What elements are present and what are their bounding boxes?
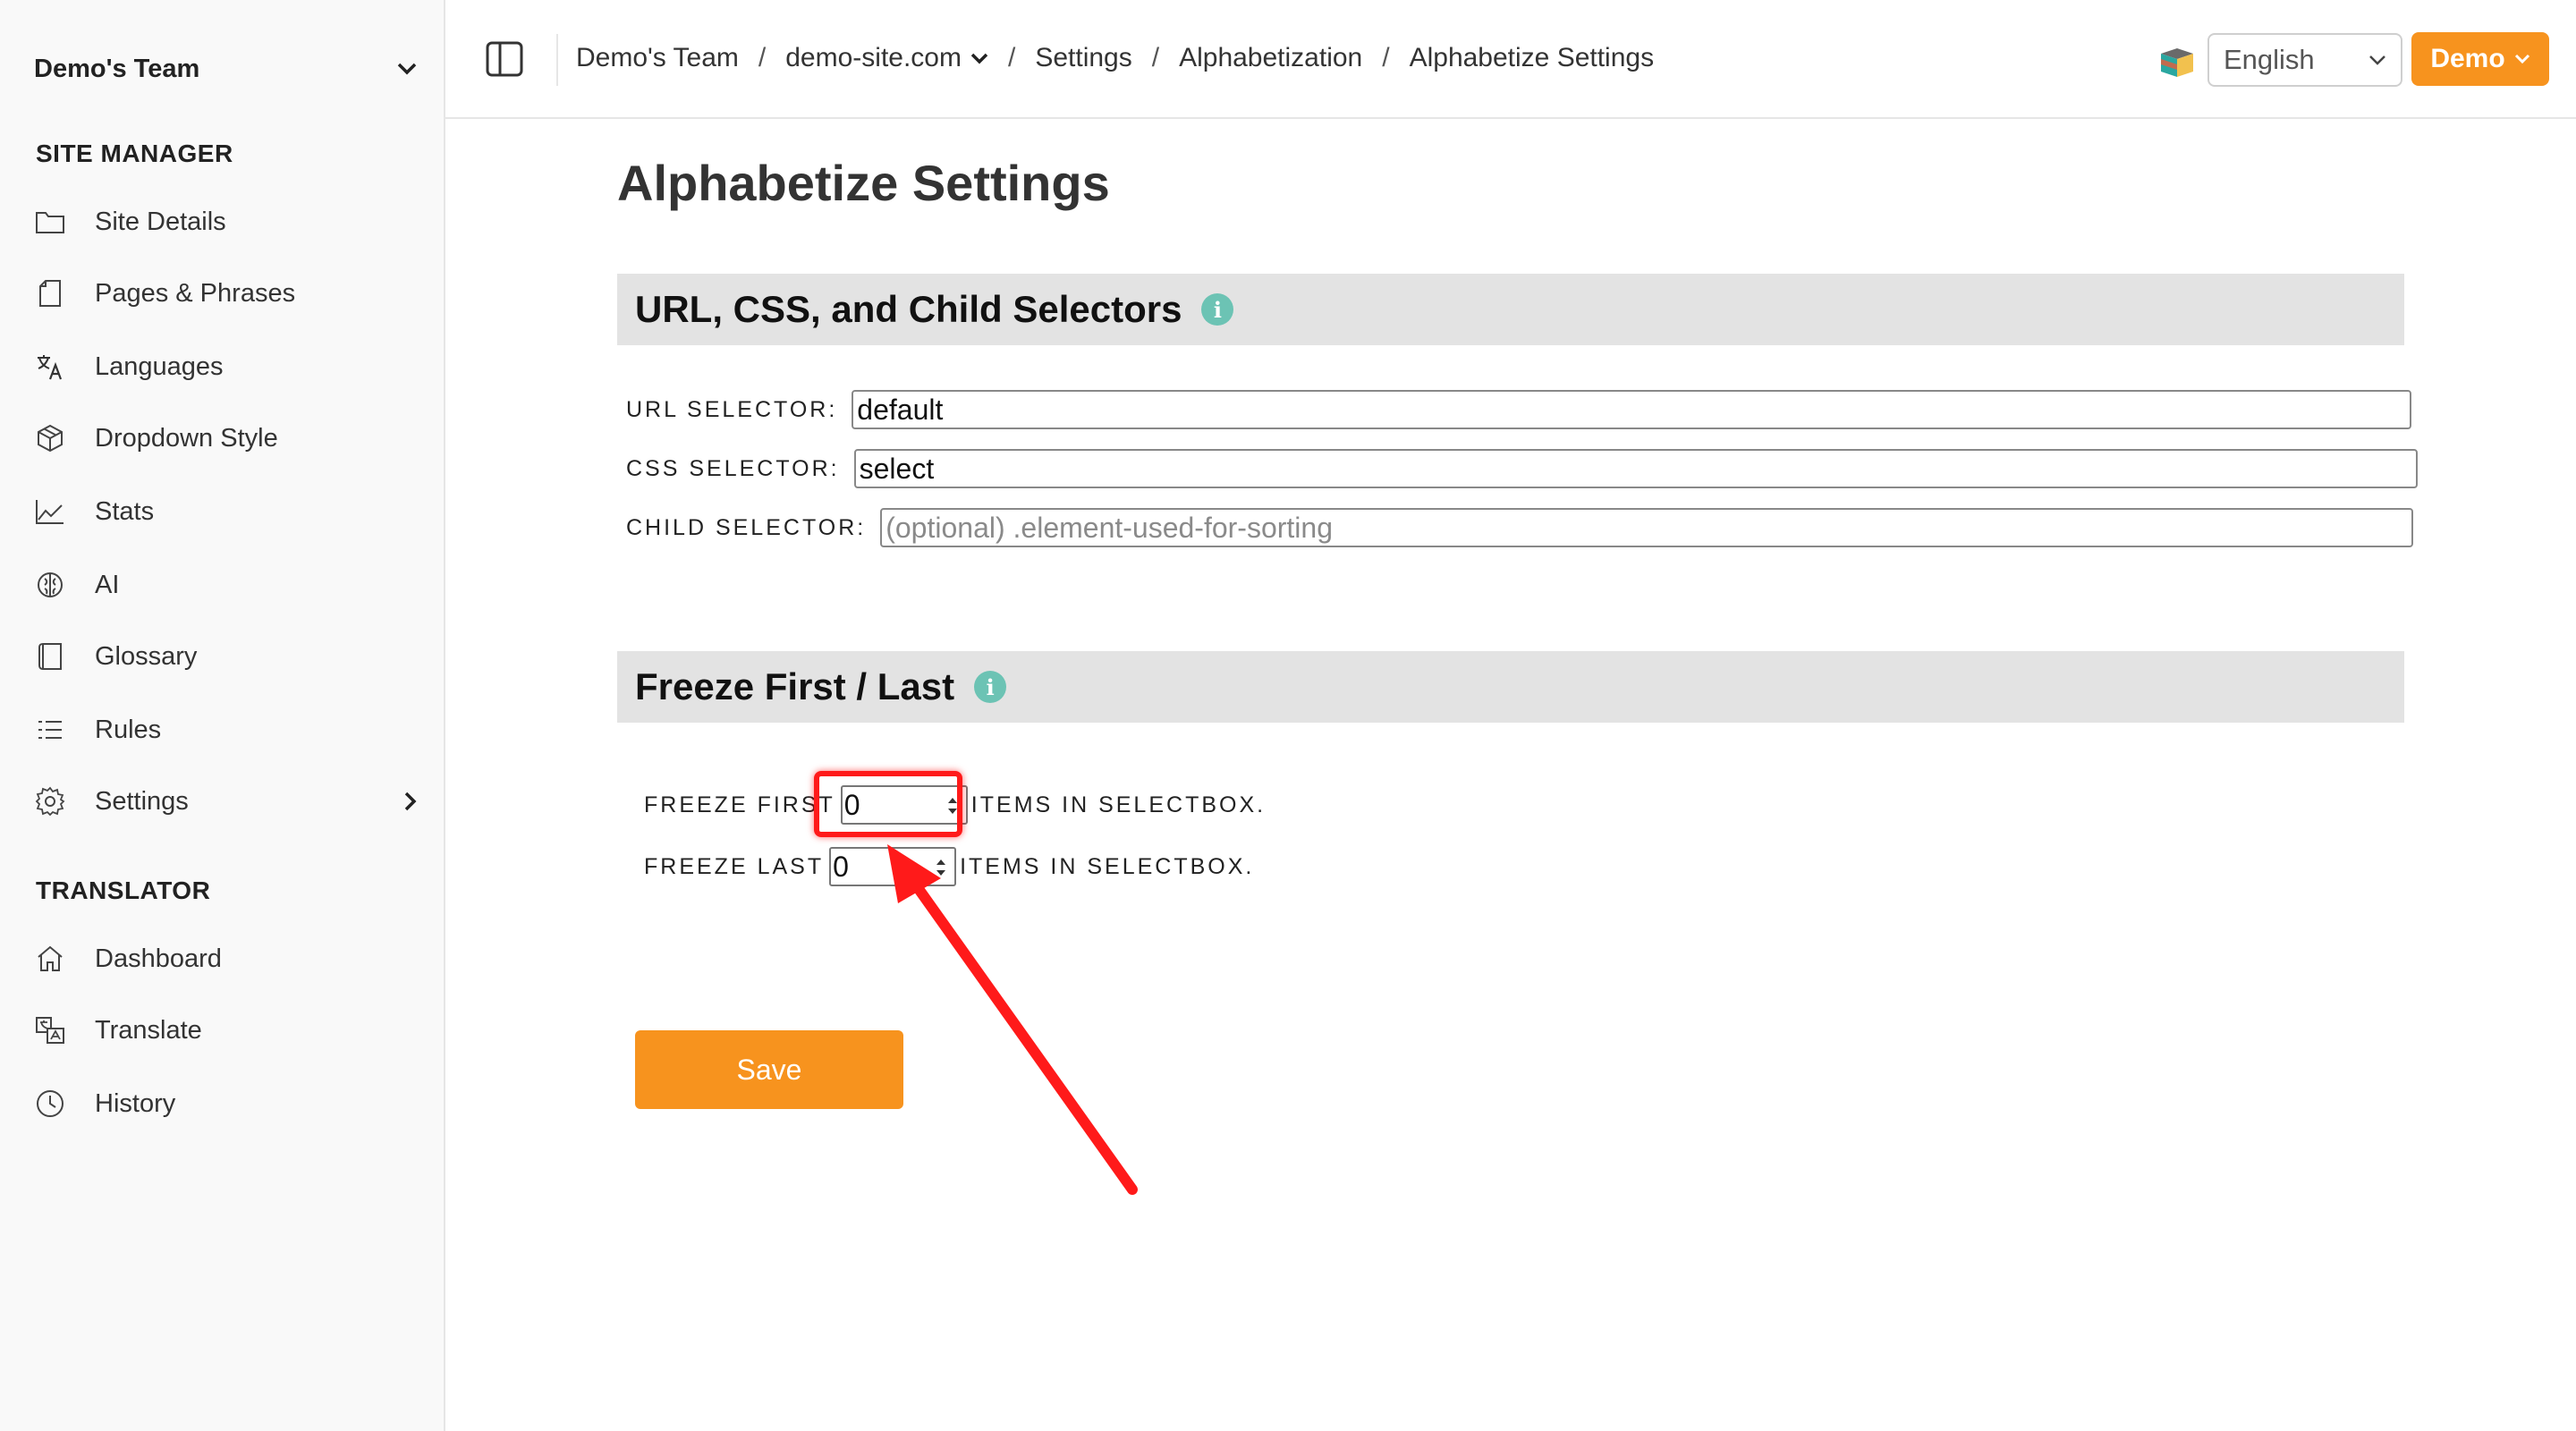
chevron-down-icon: [397, 63, 417, 75]
freeze-section-title: Freeze First / Last: [635, 665, 955, 707]
freeze-last-input[interactable]: 0: [829, 847, 957, 886]
user-menu-label: Demo: [2430, 44, 2505, 73]
breadcrumb-team[interactable]: Demo's Team: [576, 43, 739, 73]
url-selector-input[interactable]: default: [852, 390, 2412, 429]
clock-icon: [34, 1088, 66, 1120]
sidebar-item-ai[interactable]: AI: [34, 560, 428, 610]
sidebar-toggle-icon: [486, 41, 523, 77]
gear-icon: [34, 785, 66, 817]
translator-title: TRANSLATOR: [36, 876, 211, 904]
translate-icon: [34, 351, 66, 383]
css-selector-input[interactable]: select: [853, 449, 2418, 488]
annotation-highlight-box: [814, 771, 962, 837]
language-flag-icon: [2161, 48, 2193, 77]
info-icon[interactable]: i: [974, 671, 1007, 703]
language-select[interactable]: English: [2207, 33, 2402, 87]
sidebar-item-label: Languages: [95, 351, 224, 381]
list-icon: [34, 714, 66, 746]
freeze-last-value: 0: [833, 850, 849, 883]
site-manager-title: SITE MANAGER: [36, 140, 233, 167]
chevron-down-icon: [970, 53, 988, 64]
chevron-right-icon: [404, 792, 417, 811]
child-selector-input[interactable]: (optional) .element-used-for-sorting: [880, 508, 2414, 547]
sidebar-item-label: History: [95, 1088, 176, 1118]
freeze-last-label: FREEZE LAST: [644, 853, 825, 879]
breadcrumb-site-selector[interactable]: demo-site.com: [785, 43, 988, 73]
sidebar-item-site-details[interactable]: Site Details: [34, 197, 428, 247]
team-name: Demo's Team: [34, 54, 200, 83]
sidebar-item-rules[interactable]: Rules: [34, 705, 428, 755]
breadcrumb-separator: /: [1151, 43, 1160, 72]
breadcrumb-separator: /: [1382, 43, 1390, 72]
team-switcher[interactable]: Demo's Team: [34, 47, 428, 91]
freeze-first-label: FREEZE FIRST: [644, 792, 835, 817]
brain-icon: [34, 569, 66, 601]
user-menu-button[interactable]: Demo: [2411, 32, 2549, 86]
sidebar-item-label: Dashboard: [95, 944, 222, 973]
sidebar-item-label: Dropdown Style: [95, 423, 278, 453]
sidebar: Demo's Team SITE MANAGER Site Details Pa…: [0, 0, 445, 1431]
selectors-section-header: URL, CSS, and Child Selectors i: [617, 274, 2404, 345]
chevron-down-icon: [2514, 54, 2529, 64]
save-button[interactable]: Save: [635, 1030, 903, 1109]
folder-icon: [34, 206, 66, 238]
freeze-section-header: Freeze First / Last i: [617, 651, 2404, 723]
child-selector-row: CHILD SELECTOR: (optional) .element-used…: [626, 507, 2414, 548]
page-title: Alphabetize Settings: [617, 155, 1110, 211]
spinner-arrows-icon[interactable]: [935, 856, 947, 879]
breadcrumb-separator: /: [758, 43, 767, 72]
sidebar-item-stats[interactable]: Stats: [34, 487, 428, 537]
sidebar-item-label: Translate: [95, 1015, 202, 1045]
freeze-last-row: FREEZE LAST 0 ITEMS IN SELECTBOX.: [644, 845, 1254, 888]
sidebar-item-label: AI: [95, 570, 120, 599]
breadcrumb-current: Alphabetize Settings: [1409, 43, 1655, 72]
cube-icon: [34, 422, 66, 454]
sidebar-item-translate[interactable]: Translate: [34, 1005, 428, 1055]
home-icon: [34, 943, 66, 975]
book-icon: [34, 640, 66, 673]
sidebar-item-settings[interactable]: Settings: [34, 776, 428, 826]
sidebar-item-label: Glossary: [95, 641, 198, 671]
sidebar-item-label: Pages & Phrases: [95, 278, 296, 308]
freeze-last-suffix: ITEMS IN SELECTBOX.: [960, 853, 1255, 879]
sidebar-item-dropdown-style[interactable]: Dropdown Style: [34, 413, 428, 463]
breadcrumb: Demo's Team / demo-site.com / Settings /…: [576, 36, 1654, 80]
css-selector-label: CSS SELECTOR:: [626, 455, 840, 481]
css-selector-row: CSS SELECTOR: select: [626, 448, 2418, 489]
sidebar-toggle-button[interactable]: [485, 39, 524, 79]
language-select-value: English: [2224, 44, 2315, 75]
selectors-section-title: URL, CSS, and Child Selectors: [635, 288, 1182, 330]
breadcrumb-site: demo-site.com: [785, 43, 962, 72]
translate-doc-icon: [34, 1014, 66, 1046]
page-icon: [34, 277, 66, 309]
sidebar-item-history[interactable]: History: [34, 1079, 428, 1129]
url-selector-label: URL SELECTOR:: [626, 396, 838, 422]
sidebar-item-label: Stats: [95, 496, 155, 526]
sidebar-item-glossary[interactable]: Glossary: [34, 631, 428, 682]
sidebar-item-pages-phrases[interactable]: Pages & Phrases: [34, 268, 428, 318]
freeze-first-suffix: ITEMS IN SELECTBOX.: [970, 792, 1267, 817]
url-selector-row: URL SELECTOR: default: [626, 389, 2412, 430]
top-header: Demo's Team / demo-site.com / Settings /…: [445, 0, 2576, 119]
breadcrumb-separator: /: [1007, 43, 1016, 72]
sidebar-item-languages[interactable]: Languages: [34, 342, 428, 392]
sidebar-item-label: Settings: [95, 786, 189, 816]
info-icon[interactable]: i: [1201, 293, 1234, 326]
sidebar-item-label: Rules: [95, 715, 162, 744]
breadcrumb-alphabetization[interactable]: Alphabetization: [1179, 43, 1362, 73]
sidebar-item-dashboard[interactable]: Dashboard: [34, 934, 428, 984]
chevron-down-icon: [2369, 55, 2385, 65]
header-divider: [556, 34, 558, 86]
chart-icon: [34, 495, 66, 528]
sidebar-item-label: Site Details: [95, 207, 226, 236]
child-selector-label: CHILD SELECTOR:: [626, 514, 867, 540]
breadcrumb-settings[interactable]: Settings: [1035, 43, 1131, 73]
